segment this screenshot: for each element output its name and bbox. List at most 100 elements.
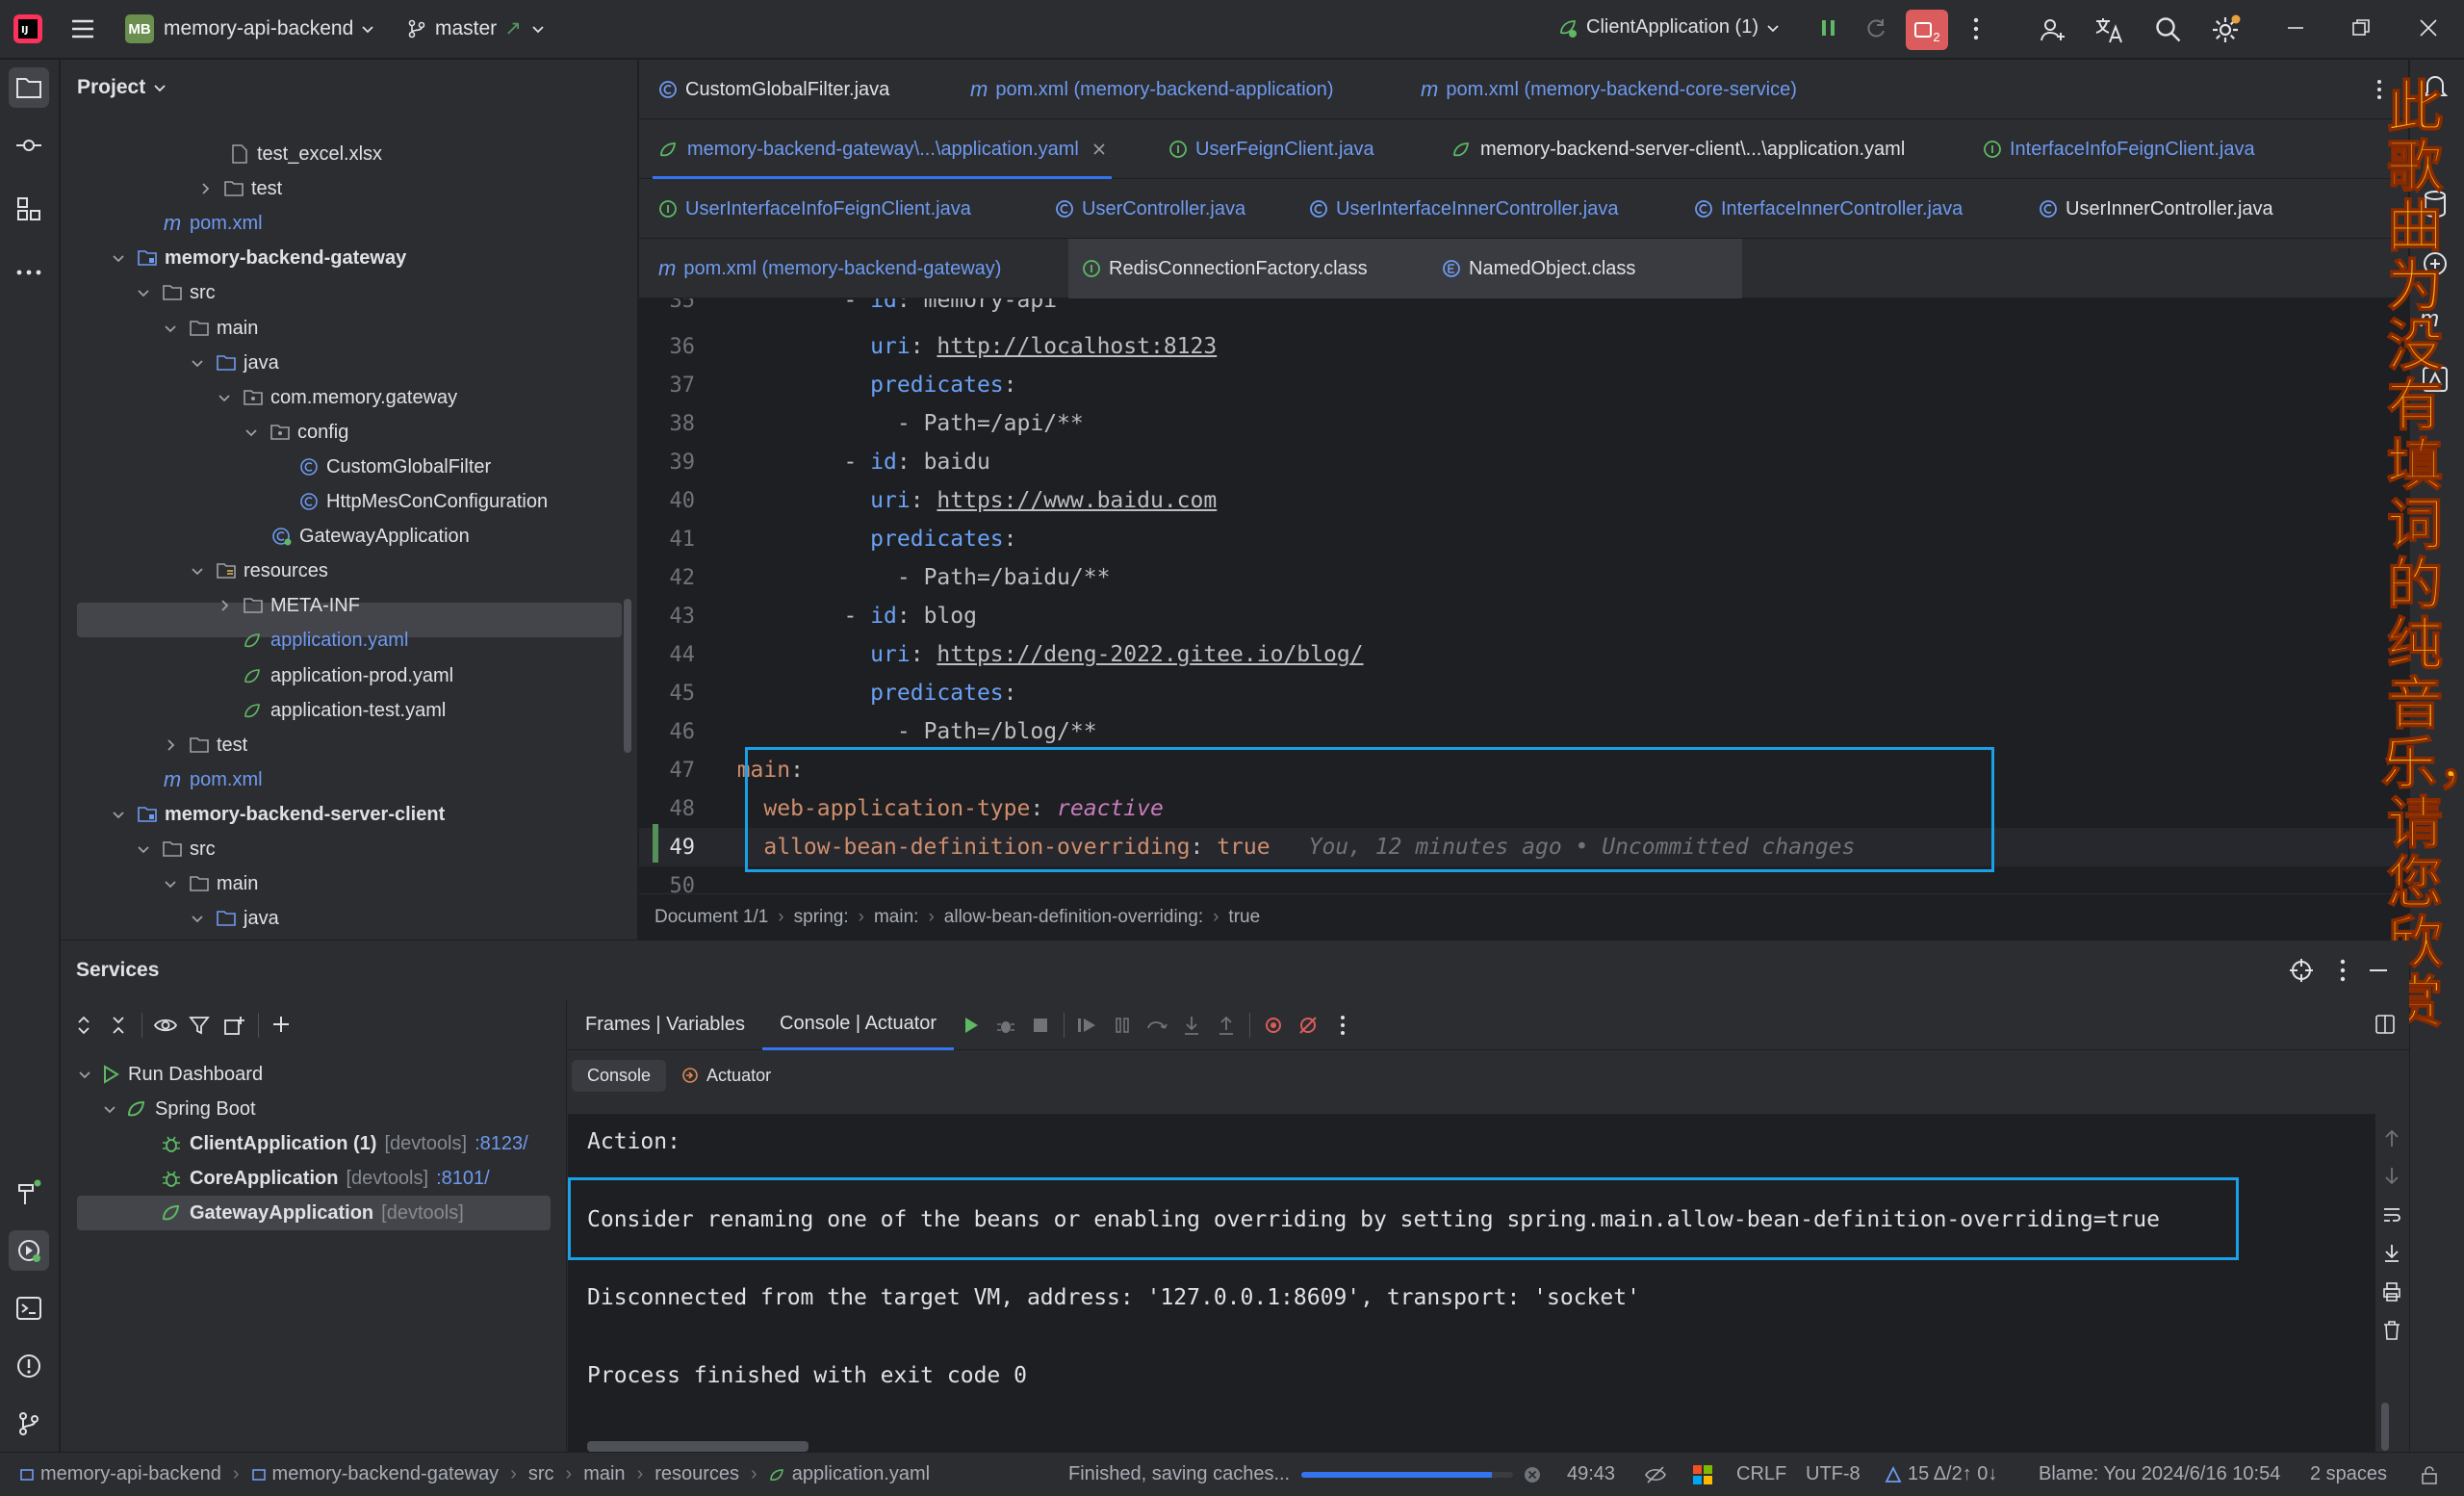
chevron-down-icon[interactable] [109, 805, 128, 824]
tab-server-client-application-yaml[interactable]: memory-backend-server-client\...\applica… [1438, 119, 1918, 179]
translate-icon[interactable] [2094, 15, 2125, 44]
close-tab-icon[interactable] [1092, 142, 1106, 156]
tree-item-folder[interactable]: src [138, 832, 216, 866]
console-output[interactable]: Action: Consider renaming one of the bea… [568, 1114, 2375, 1452]
tree-item-folder[interactable]: test [202, 171, 282, 206]
chevron-down-icon[interactable] [188, 561, 207, 580]
tab-interface-inner-controller[interactable]: InterfaceInnerController.java [1681, 179, 1976, 239]
structure-tool-button[interactable] [9, 189, 49, 229]
console-horizontal-scrollbar[interactable] [587, 1441, 808, 1452]
status-crumb[interactable]: application.yaml [792, 1463, 930, 1485]
tree-item-yaml[interactable]: application.yaml [242, 623, 408, 658]
tree-item-folder[interactable]: main [165, 311, 258, 346]
project-tool-button[interactable] [9, 67, 49, 108]
minimize-icon[interactable] [2283, 15, 2308, 40]
background-task[interactable]: Finished, saving caches... [1068, 1463, 1542, 1485]
blame-info[interactable]: Blame: You 2024/6/16 10:54 [2039, 1463, 2280, 1485]
tree-item-folder[interactable]: META-INF [221, 588, 360, 623]
chevron-right-icon[interactable] [215, 596, 234, 615]
resume-icon[interactable] [954, 1008, 988, 1043]
step-over-icon[interactable] [1140, 1008, 1174, 1043]
git-status[interactable]: 15 Δ/2↑ 0↓ [1885, 1463, 1997, 1485]
debug-icon[interactable] [988, 1008, 1023, 1043]
tree-item-class[interactable]: HttpMesConConfiguration [297, 484, 548, 519]
chevron-down-icon[interactable] [188, 353, 207, 373]
expand-all-icon[interactable] [66, 1008, 101, 1043]
tree-item-folder[interactable]: test [167, 728, 247, 762]
tree-item-class[interactable]: GatewayApplication [270, 519, 470, 554]
breadcrumb-item[interactable]: true [1228, 907, 1260, 928]
stop-button[interactable]: 2 [1906, 10, 1948, 50]
layout-settings-icon[interactable] [2374, 1014, 2396, 1035]
stop-icon[interactable] [1023, 1008, 1058, 1043]
rerun-icon[interactable] [1863, 16, 1888, 41]
eye-icon[interactable] [148, 1008, 183, 1043]
tree-item-folder[interactable]: java [192, 346, 279, 380]
tree-item-yaml[interactable]: application-test.yaml [242, 693, 446, 728]
run-dashboard-node[interactable]: Run Dashboard [78, 1057, 263, 1092]
chevron-down-icon[interactable] [161, 874, 180, 893]
chevron-right-icon[interactable] [161, 735, 180, 755]
tab-custom-global-filter[interactable]: CustomGlobalFilter.java [645, 60, 903, 119]
services-tool-button[interactable] [9, 1230, 49, 1271]
status-crumb[interactable]: main [583, 1463, 625, 1485]
more-vertical-icon[interactable] [1325, 1008, 1360, 1043]
tab-user-inner-controller[interactable]: UserInnerController.java [2025, 179, 2287, 239]
main-menu-icon[interactable] [69, 15, 96, 42]
windows-logo-icon[interactable] [1692, 1464, 1713, 1485]
scroll-up-icon[interactable] [2382, 1127, 2401, 1148]
app-logo-icon[interactable]: IJ [13, 14, 42, 43]
tab-user-controller[interactable]: UserController.java [1041, 179, 1259, 239]
terminal-tool-button[interactable] [9, 1288, 49, 1328]
tab-interface-info-feign-client[interactable]: InterfaceInfoFeignClient.java [1969, 119, 2269, 179]
pause-icon[interactable] [1817, 16, 1840, 39]
yaml-url-value[interactable]: http://localhost:8123 [937, 334, 1217, 359]
tab-user-interface-inner-controller[interactable]: UserInterfaceInnerController.java [1296, 179, 1631, 239]
chevron-down-icon[interactable] [188, 909, 207, 928]
status-crumb[interactable]: resources [654, 1463, 739, 1485]
more-vertical-icon[interactable] [2338, 957, 2348, 984]
branch-switcher[interactable]: master ↗ [406, 16, 545, 40]
tab-pom-core-service[interactable]: m pom.xml (memory-backend-core-service) [1407, 60, 1810, 119]
status-crumb[interactable]: memory-backend-gateway [272, 1463, 500, 1485]
tab-named-object[interactable]: NamedObject.class [1428, 239, 1649, 298]
step-into-icon[interactable] [1174, 1008, 1209, 1043]
app-port-link[interactable]: :8101/ [436, 1168, 490, 1190]
target-icon[interactable] [2288, 957, 2315, 984]
soft-wrap-icon[interactable] [2382, 1204, 2401, 1225]
mute-breakpoints-icon[interactable] [1291, 1008, 1325, 1043]
tab-gateway-application-yaml[interactable]: memory-backend-gateway\...\application.y… [645, 119, 1119, 179]
scroll-down-icon[interactable] [2382, 1166, 2401, 1187]
breadcrumb-item[interactable]: Document 1/1 [654, 907, 768, 928]
tree-item-pom[interactable]: m pom.xml [161, 762, 263, 797]
tree-item-pom[interactable]: m pom.xml [161, 206, 263, 241]
commit-tool-button[interactable] [9, 125, 49, 166]
print-icon[interactable] [2382, 1281, 2401, 1303]
service-app-gateway[interactable]: GatewayApplication [devtools] [161, 1196, 464, 1230]
chevron-down-icon[interactable] [161, 319, 180, 338]
breadcrumb-item[interactable]: allow-bean-definition-overriding: [944, 907, 1203, 928]
caret-position[interactable]: 49:43 [1567, 1463, 1615, 1485]
chevron-down-icon[interactable] [215, 388, 234, 407]
scroll-to-end-icon[interactable] [2382, 1243, 2401, 1264]
breadcrumb-item[interactable]: spring: [794, 907, 849, 928]
tree-item-folder[interactable]: src [138, 275, 216, 310]
tab-frames-variables[interactable]: Frames | Variables [568, 1014, 762, 1036]
tab-actuator[interactable]: Actuator [681, 1066, 771, 1086]
console-vertical-scrollbar[interactable] [2381, 1403, 2389, 1451]
project-switcher[interactable]: MB memory-api-backend [125, 14, 374, 43]
inspection-eye-icon[interactable] [1644, 1465, 1667, 1484]
project-scrollbar[interactable] [624, 599, 631, 753]
status-crumb[interactable]: src [528, 1463, 554, 1485]
tree-item-folder[interactable]: resources [192, 554, 328, 588]
chevron-right-icon[interactable] [195, 179, 215, 198]
restore-window-icon[interactable] [2348, 15, 2374, 40]
yaml-url-value[interactable]: https://www.baidu.com [937, 488, 1217, 513]
tree-item-module[interactable]: memory-backend-server-client [113, 797, 445, 832]
cancel-task-icon[interactable] [1523, 1465, 1542, 1484]
service-app-client[interactable]: ClientApplication (1) [devtools] :8123/ [161, 1126, 528, 1161]
more-vertical-icon[interactable] [1964, 15, 1989, 42]
tree-item-folder[interactable]: java [192, 901, 279, 936]
build-tool-button[interactable] [9, 1173, 49, 1213]
tree-item-package[interactable]: com.memory.gateway [218, 380, 457, 415]
